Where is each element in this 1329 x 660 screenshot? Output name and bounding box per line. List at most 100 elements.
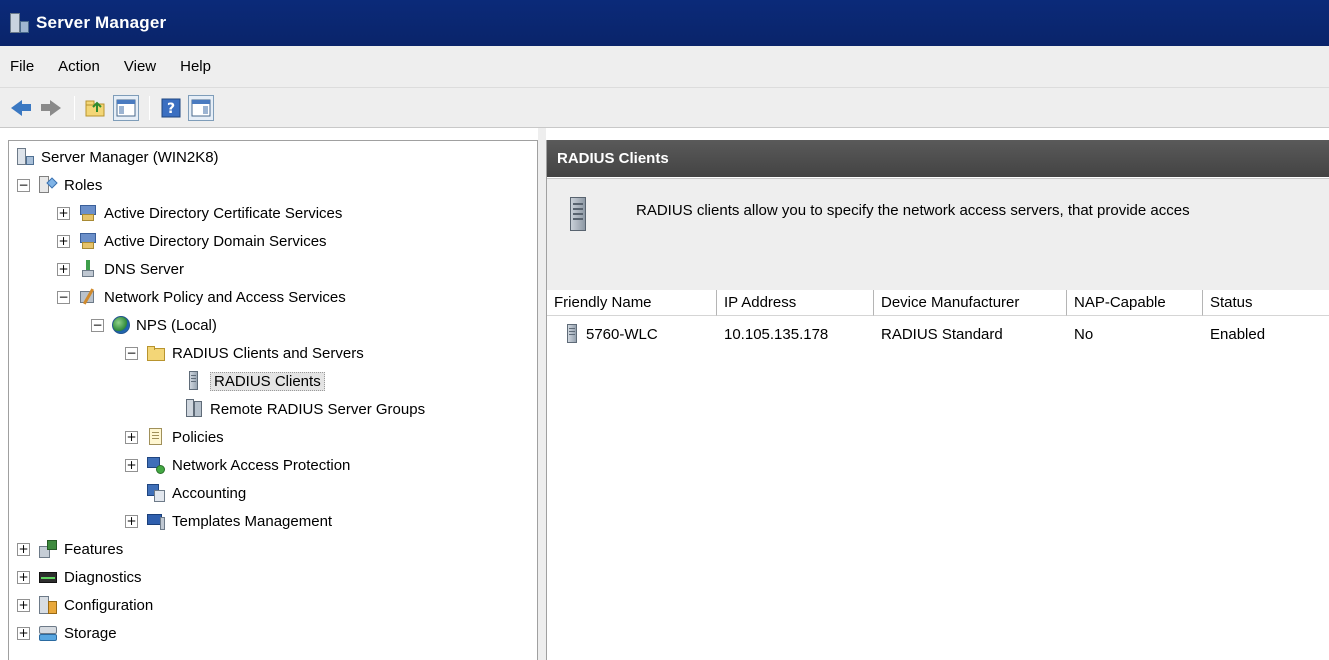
network-access-protection-icon <box>146 455 166 475</box>
tree-item-label: Policies <box>172 428 224 446</box>
cell-device-manufacturer: RADIUS Standard <box>881 325 1003 343</box>
pane-splitter[interactable] <box>538 128 546 660</box>
tree-item-server-manager[interactable]: Server Manager (WIN2K8) <box>15 143 219 171</box>
tree-item-label: RADIUS Clients and Servers <box>172 344 364 362</box>
pane-title: RADIUS Clients <box>547 140 1329 177</box>
tree-item-configuration[interactable]: + Configuration <box>17 591 153 619</box>
expand-icon[interactable]: + <box>57 206 70 220</box>
expand-icon[interactable]: + <box>125 514 138 528</box>
table-row[interactable]: 5760-WLC <box>559 322 717 346</box>
tree-item-label: DNS Server <box>104 260 185 278</box>
tree-item-nps-local[interactable]: − NPS (Local) <box>91 311 217 339</box>
roles-icon <box>38 175 58 195</box>
tree-item-radius-clients-servers[interactable]: − RADIUS Clients and Servers <box>125 339 364 367</box>
server-manager-icon <box>15 147 35 167</box>
expand-icon[interactable]: + <box>125 458 138 472</box>
console-tree[interactable]: Server Manager (WIN2K8) − Roles + Active… <box>8 140 538 660</box>
help-icon[interactable]: ? <box>158 95 184 121</box>
column-header-status[interactable]: Status <box>1203 290 1329 316</box>
toolbar: ? <box>0 88 1329 128</box>
certificate-services-icon <box>78 203 98 223</box>
show-hide-console-tree-icon[interactable] <box>113 94 139 121</box>
tree-item-label: Templates Management <box>172 512 333 530</box>
menu-view[interactable]: View <box>122 56 158 77</box>
collapse-icon[interactable]: − <box>125 346 138 360</box>
tree-item-diagnostics[interactable]: + Diagnostics <box>17 563 142 591</box>
show-hide-action-pane-icon[interactable] <box>188 94 214 121</box>
radius-client-icon <box>184 371 204 391</box>
details-pane: RADIUS Clients RADIUS clients allow you … <box>546 140 1329 660</box>
tree-item-features[interactable]: + Features <box>17 535 123 563</box>
tree-item-radius-clients[interactable]: RADIUS Clients <box>184 367 325 395</box>
column-header-ip-address[interactable]: IP Address <box>717 290 874 316</box>
tree-item-nap[interactable]: + Network Access Protection <box>125 451 350 479</box>
tree-item-dns[interactable]: + DNS Server <box>57 255 184 283</box>
tree-item-label: NPS (Local) <box>136 316 217 334</box>
tree-item-label: Features <box>64 540 124 558</box>
tree-item-storage[interactable]: + Storage <box>17 619 117 647</box>
server-manager-icon <box>8 11 30 35</box>
folder-icon <box>146 343 166 363</box>
menu-help[interactable]: Help <box>178 56 213 77</box>
toolbar-separator <box>74 95 75 120</box>
network-policy-icon <box>78 287 98 307</box>
column-header-device-manufacturer[interactable]: Device Manufacturer <box>874 290 1067 316</box>
window-title: Server Manager <box>36 13 167 32</box>
diagnostics-icon <box>38 567 58 587</box>
menu-file[interactable]: File <box>8 56 36 77</box>
cell-status: Enabled <box>1210 325 1266 343</box>
menu-action[interactable]: Action <box>56 56 102 77</box>
tree-item-policies[interactable]: + Policies <box>125 423 224 451</box>
radius-client-icon <box>566 324 578 344</box>
collapse-icon[interactable]: − <box>91 318 104 332</box>
tree-item-label: Configuration <box>64 596 154 614</box>
expand-icon[interactable]: + <box>17 598 30 612</box>
expand-icon[interactable]: + <box>57 262 70 276</box>
tree-item-accounting[interactable]: Accounting <box>146 479 246 507</box>
configuration-icon <box>38 595 58 615</box>
tree-item-npas[interactable]: − Network Policy and Access Services <box>57 283 346 311</box>
tree-item-label: Diagnostics <box>64 568 142 586</box>
cell-nap-capable: No <box>1074 325 1094 343</box>
tree-item-label: Active Directory Certificate Services <box>104 204 343 222</box>
tree-item-label: Storage <box>64 624 117 642</box>
expand-icon[interactable]: + <box>17 542 30 556</box>
cell-ip-address: 10.105.135.178 <box>724 325 829 343</box>
features-icon <box>38 539 58 559</box>
tree-item-label: Accounting <box>172 484 247 502</box>
expand-icon[interactable]: + <box>17 570 30 584</box>
tree-item-templates[interactable]: + Templates Management <box>125 507 332 535</box>
tree-item-label: RADIUS Clients <box>210 371 325 391</box>
collapse-icon[interactable]: − <box>17 178 30 192</box>
tree-item-label: Active Directory Domain Services <box>104 232 327 250</box>
column-header-nap-capable[interactable]: NAP-Capable <box>1067 290 1203 316</box>
back-arrow-icon[interactable] <box>8 95 34 121</box>
radius-client-icon <box>567 197 589 235</box>
description-text: RADIUS clients allow you to specify the … <box>636 202 1190 219</box>
templates-icon <box>146 511 166 531</box>
accounting-icon <box>146 483 166 503</box>
forward-arrow-icon[interactable] <box>38 95 64 121</box>
storage-icon <box>38 623 58 643</box>
tree-item-label: Remote RADIUS Server Groups <box>210 400 426 418</box>
expand-icon[interactable]: + <box>57 234 70 248</box>
expand-icon[interactable]: + <box>17 626 30 640</box>
tree-item-label: Network Access Protection <box>172 456 351 474</box>
tree-item-ad-domain[interactable]: + Active Directory Domain Services <box>57 227 327 255</box>
expand-icon[interactable]: + <box>125 430 138 444</box>
svg-text:?: ? <box>167 101 175 117</box>
cell-friendly-name: 5760-WLC <box>586 325 658 343</box>
server-group-icon <box>184 399 204 419</box>
collapse-icon[interactable]: − <box>57 290 70 304</box>
tree-item-roles[interactable]: − Roles <box>17 171 102 199</box>
column-header-friendly-name[interactable]: Friendly Name <box>547 290 717 316</box>
dns-server-icon <box>78 259 98 279</box>
tree-item-remote-groups[interactable]: Remote RADIUS Server Groups <box>184 395 425 423</box>
menu-bar: File Action View Help <box>0 46 1329 88</box>
tree-item-ad-cert[interactable]: + Active Directory Certificate Services <box>57 199 342 227</box>
tree-item-label: Network Policy and Access Services <box>104 288 346 306</box>
domain-services-icon <box>78 231 98 251</box>
policy-icon <box>146 427 166 447</box>
up-folder-icon[interactable] <box>83 95 109 121</box>
globe-icon <box>112 316 130 334</box>
